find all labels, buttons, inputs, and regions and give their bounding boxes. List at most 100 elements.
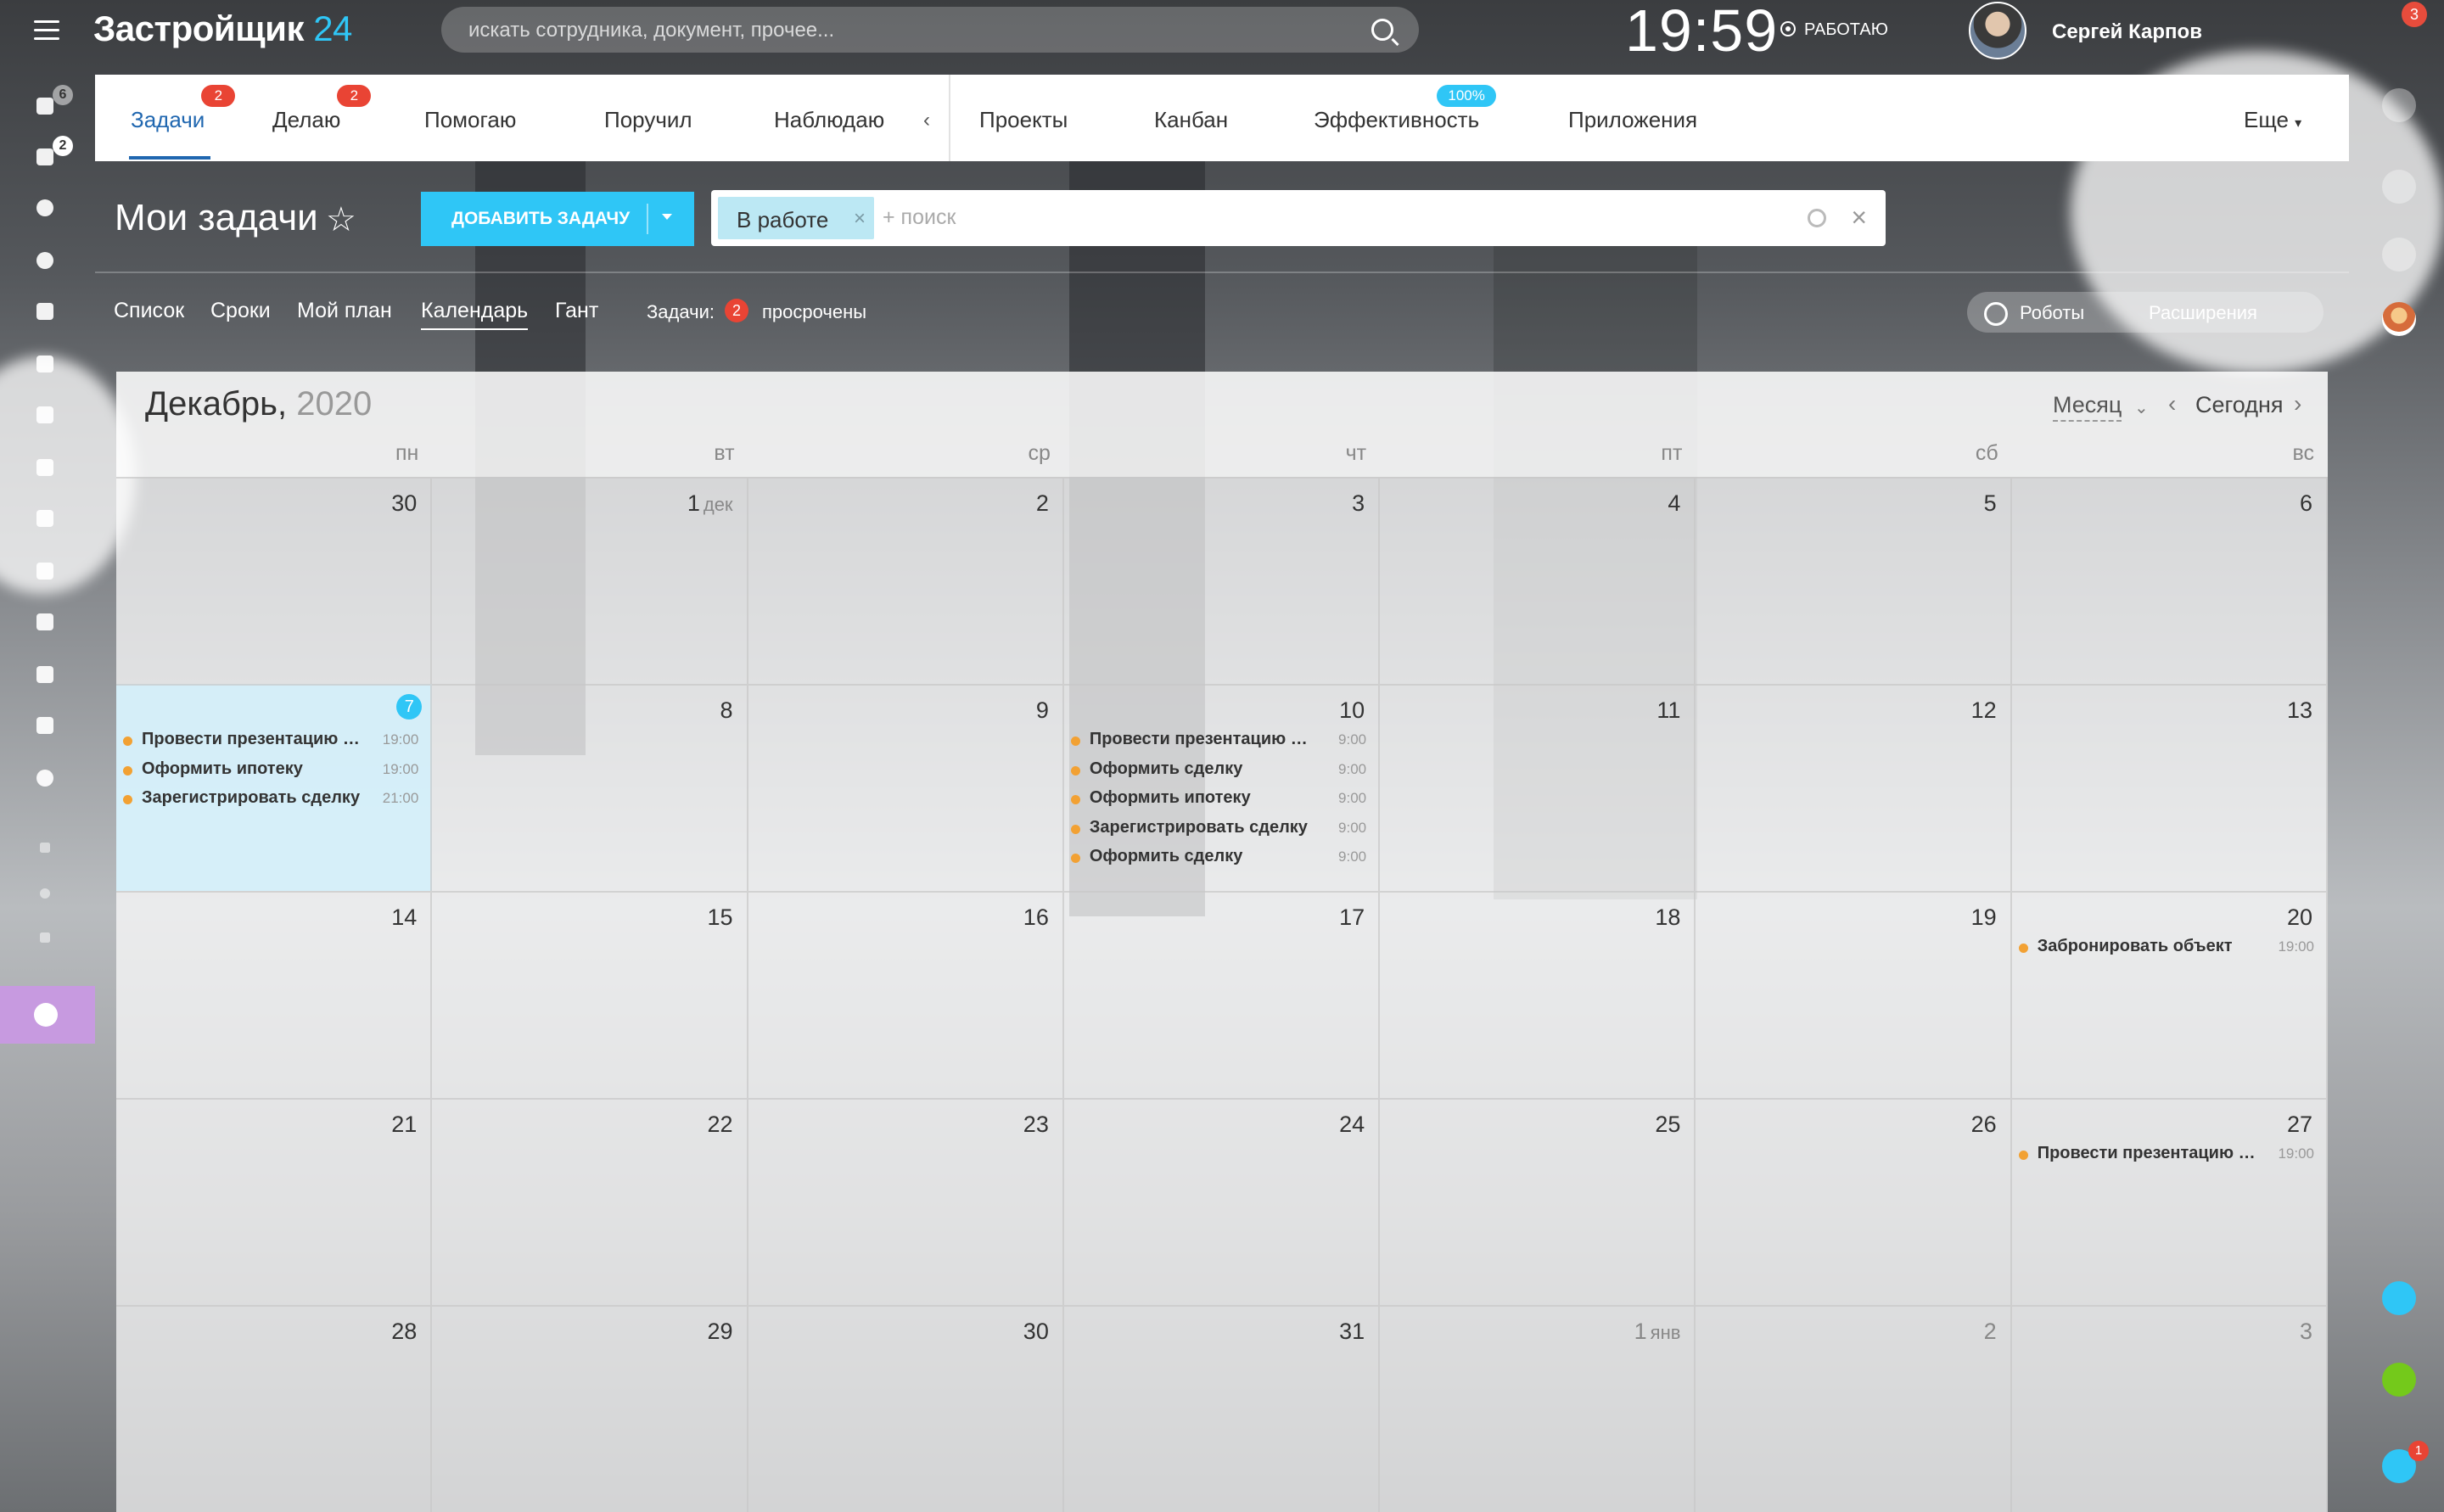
calendar-day-cell[interactable]: 13 — [2011, 684, 2328, 891]
calendar-day-cell[interactable]: 27 Провести презентацию о... 19:00 — [2011, 1098, 2328, 1305]
chevron-left-icon[interactable]: ‹ — [923, 109, 930, 132]
view-calendar[interactable]: Календарь — [421, 299, 529, 330]
tab-more[interactable]: Еще ▾ — [2244, 107, 2301, 133]
sidebar-item-stream[interactable]: 6 — [32, 85, 73, 119]
sidebar-item-robots[interactable] — [32, 402, 58, 428]
add-task-button[interactable]: ДОБАВИТЬ ЗАДАЧУ — [421, 192, 694, 246]
calendar-day-cell[interactable]: 25 — [1380, 1098, 1696, 1305]
menu-icon[interactable] — [34, 20, 59, 41]
calendar-day-cell[interactable]: 29 — [432, 1305, 748, 1512]
search-icon[interactable] — [1808, 209, 1826, 227]
logo[interactable]: Застройщик 24 — [93, 8, 352, 49]
calendar-day-cell[interactable]: 21 — [116, 1098, 433, 1305]
calendar-day-cell[interactable]: 2 — [1696, 1305, 2012, 1512]
search-icon[interactable] — [2382, 238, 2416, 272]
calendar-day-cell[interactable]: 28 — [116, 1305, 433, 1512]
calendar-day-cell[interactable]: 20 Забронировать объект 19:00 — [2011, 891, 2328, 1098]
sidebar-item-tasks[interactable]: 2 — [32, 136, 73, 170]
robots-button[interactable]: Роботы — [2020, 302, 2084, 324]
calendar-event[interactable]: Зарегистрировать сделку 21:00 — [123, 787, 418, 814]
tab-efficiency[interactable]: Эффективность 100% — [1314, 85, 1497, 133]
user-name[interactable]: Сергей Карпов — [2052, 20, 2202, 44]
calendar-day-cell[interactable]: 26 — [1696, 1098, 2012, 1305]
calendar-event[interactable]: Провести презентацию он... 9:00 — [1070, 728, 1366, 755]
view-list[interactable]: Список — [114, 299, 184, 323]
filter-search[interactable]: В работе × + поиск × — [711, 190, 1886, 246]
calendar-day-cell[interactable]: 12 — [1696, 684, 2012, 891]
calendar-day-cell[interactable]: 2 — [748, 477, 1064, 684]
calendar-event[interactable]: Оформить сделку 9:00 — [1070, 845, 1366, 872]
calendar-day-cell[interactable]: 30 — [748, 1305, 1064, 1512]
calendar-day-cell[interactable]: 22 — [432, 1098, 748, 1305]
chat-icon[interactable] — [2382, 170, 2416, 204]
upgrade-button[interactable] — [0, 986, 95, 1044]
sidebar-item-reports[interactable] — [32, 299, 58, 324]
overdue-badge[interactable]: 2 — [725, 299, 748, 322]
calendar-day-cell[interactable]: 15 — [432, 891, 748, 1098]
calendar-day-cell[interactable]: 30 — [116, 477, 433, 684]
calendar-day-cell[interactable]: 16 — [748, 891, 1064, 1098]
view-gantt[interactable]: Гант — [555, 299, 598, 323]
tab-applications[interactable]: Приложения — [1568, 107, 1697, 133]
filter-chip[interactable]: В работе × — [718, 197, 874, 239]
bell-icon[interactable] — [2382, 88, 2416, 122]
chevron-down-icon[interactable] — [662, 214, 672, 220]
calendar-day-cell[interactable]: 10 Провести презентацию он... 9:00 Оформить… — [1063, 684, 1381, 891]
sidebar-item-time[interactable] — [32, 248, 58, 273]
close-icon[interactable]: × — [854, 207, 866, 231]
view-my-plan[interactable]: Мой план — [297, 299, 392, 323]
calendar-day-cell[interactable]: 23 — [748, 1098, 1064, 1305]
work-status-button[interactable]: РАБОТАЮ — [1780, 20, 1888, 40]
sidebar-item-structure[interactable] — [32, 835, 58, 860]
view-deadlines[interactable]: Сроки — [210, 299, 271, 323]
calendar-day-cell[interactable]: 17 — [1063, 891, 1381, 1098]
star-icon[interactable]: ☆ — [326, 200, 356, 239]
sidebar-item-store[interactable] — [32, 455, 58, 480]
sidebar-item-shop[interactable] — [32, 506, 58, 531]
sidebar-item-contacts[interactable] — [32, 662, 58, 687]
calendar-day-cell[interactable]: 18 — [1380, 891, 1696, 1098]
extensions-button[interactable]: Расширения — [2149, 302, 2257, 324]
calendar-event[interactable]: Забронировать объект 19:00 — [2018, 935, 2314, 962]
calendar-day-cell[interactable]: 7 Провести презентацию о... 19:00 Оформить … — [116, 684, 433, 891]
avatar[interactable] — [1969, 2, 2026, 59]
sidebar-item-settings[interactable] — [32, 881, 58, 906]
tab-projects[interactable]: Проекты — [979, 107, 1068, 133]
sidebar-item-apps[interactable] — [32, 609, 58, 635]
tab-assigned[interactable]: Поручил — [604, 107, 692, 133]
calendar-day-cell[interactable]: 1 янв — [1380, 1305, 1696, 1512]
calendar-day-cell[interactable]: 4 — [1380, 477, 1696, 684]
view-mode-select[interactable]: Месяц — [2053, 392, 2122, 422]
chevron-left-icon[interactable]: ‹ — [2168, 390, 2176, 417]
calendar-day-cell[interactable]: 6 — [2011, 477, 2328, 684]
calendar-event[interactable]: Оформить ипотеку 19:00 — [123, 758, 418, 785]
tab-tasks[interactable]: Задачи 2 — [131, 85, 236, 133]
calendar-day-cell[interactable]: 24 — [1063, 1098, 1381, 1305]
sidebar-item-sync[interactable] — [32, 713, 58, 738]
calendar-day-cell[interactable]: 11 — [1380, 684, 1696, 891]
calendar-day-cell[interactable]: 31 — [1063, 1305, 1381, 1512]
calendar-event[interactable]: Оформить сделку 9:00 — [1070, 758, 1366, 785]
tab-doing[interactable]: Делаю 2 — [272, 85, 372, 133]
calendar-event[interactable]: Зарегистрировать сделку 9:00 — [1070, 816, 1366, 843]
search-icon[interactable] — [1371, 19, 1393, 41]
calendar-day-cell[interactable]: 9 — [748, 684, 1064, 891]
sidebar-item-calendar[interactable] — [32, 558, 58, 584]
calendar-event[interactable]: Провести презентацию о... 19:00 — [123, 728, 418, 755]
notification-badge[interactable]: 3 — [2402, 2, 2427, 27]
sidebar-item-mail[interactable] — [32, 351, 58, 377]
calendar-event[interactable]: Провести презентацию о... 19:00 — [2018, 1142, 2314, 1169]
today-button[interactable]: Сегодня — [2195, 392, 2283, 418]
sidebar-item-goals[interactable] — [32, 195, 58, 221]
calendar-day-cell[interactable]: 5 — [1696, 477, 2012, 684]
calendar-event[interactable]: Оформить ипотеку 9:00 — [1070, 787, 1366, 814]
calendar-day-cell[interactable]: 3 — [1063, 477, 1381, 684]
tab-watching[interactable]: Наблюдаю — [774, 107, 884, 133]
calendar-day-cell[interactable]: 1 дек — [432, 477, 748, 684]
chevron-down-icon[interactable]: ⌄ — [2134, 397, 2149, 418]
document-icon[interactable] — [2382, 1281, 2416, 1315]
sidebar-item-more[interactable] — [32, 765, 58, 791]
chevron-right-icon[interactable]: › — [2294, 390, 2301, 417]
sidebar-item-add[interactable] — [32, 925, 58, 950]
avatar[interactable] — [2382, 302, 2416, 336]
